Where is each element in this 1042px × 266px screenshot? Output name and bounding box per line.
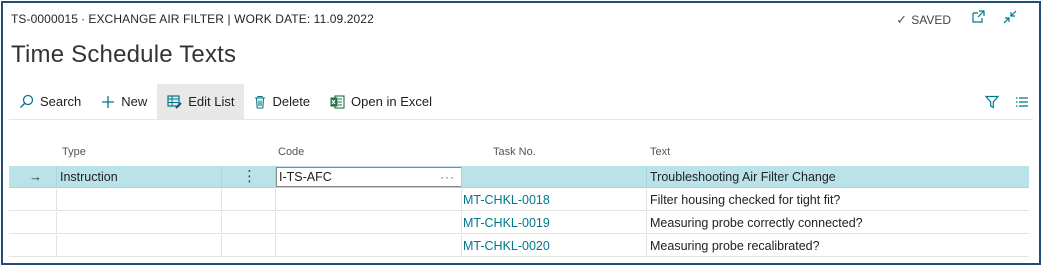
column-header-task-no[interactable]: Task No. [493,146,536,158]
record-caption: TS-0000015 ∙ EXCHANGE AIR FILTER | WORK … [11,12,374,26]
search-button[interactable]: Search [9,84,91,119]
cell-text[interactable]: Troubleshooting Air Filter Change [650,166,836,188]
table-header: Type Code Task No. Text [9,143,1029,165]
action-bar: Search New Edit List Delete Open in Exce… [9,84,1033,120]
edit-list-label: Edit List [188,94,235,109]
excel-icon [330,94,345,109]
code-input-value: I-TS-AFC [279,170,332,184]
table-row[interactable]: MT-CHKL-0020 Measuring probe recalibrate… [9,235,1029,257]
open-new-window-icon[interactable] [969,10,987,28]
column-header-code[interactable]: Code [278,146,304,158]
row-actions-menu-icon[interactable]: ⋮ [242,166,254,188]
saved-status: ✓ SAVED [896,12,951,28]
list-view-icon[interactable] [1015,96,1029,108]
top-bar: TS-0000015 ∙ EXCHANGE AIR FILTER | WORK … [3,3,1039,37]
new-button[interactable]: New [91,84,157,119]
trash-icon [254,95,266,109]
table-row[interactable]: → Instruction ⋮ I-TS-AFC ··· Troubleshoo… [9,166,1029,188]
row-selector-arrow-icon: → [29,169,42,184]
delete-label: Delete [272,94,311,109]
collapse-icon[interactable] [1001,10,1019,28]
filter-icon[interactable] [985,95,999,109]
open-in-excel-button[interactable]: Open in Excel [320,84,442,119]
open-in-excel-label: Open in Excel [351,94,432,109]
cell-task-no[interactable]: MT-CHKL-0020 [463,235,550,257]
column-header-type[interactable]: Type [62,146,86,158]
search-label: Search [40,94,82,109]
cell-type[interactable]: Instruction [60,166,118,188]
table-row[interactable]: MT-CHKL-0019 Measuring probe correctly c… [9,212,1029,234]
column-header-text[interactable]: Text [650,146,670,158]
search-icon [19,94,34,109]
page-frame: TS-0000015 ∙ EXCHANGE AIR FILTER | WORK … [1,1,1041,265]
cell-task-no[interactable]: MT-CHKL-0018 [463,189,550,211]
lookup-ellipsis-icon[interactable]: ··· [440,168,455,186]
cell-text[interactable]: Filter housing checked for tight fit? [650,189,840,211]
edit-list-button[interactable]: Edit List [157,84,245,119]
cell-task-no[interactable]: MT-CHKL-0019 [463,212,550,234]
page-title: Time Schedule Texts [11,41,237,68]
check-icon: ✓ [896,12,908,27]
table-row[interactable]: MT-CHKL-0018 Filter housing checked for … [9,189,1029,211]
new-label: New [121,94,148,109]
code-input[interactable]: I-TS-AFC ··· [276,167,462,187]
edit-list-icon [167,94,182,109]
cell-text[interactable]: Measuring probe recalibrated? [650,235,820,257]
delete-button[interactable]: Delete [244,84,320,119]
plus-icon [101,95,115,109]
cell-text[interactable]: Measuring probe correctly connected? [650,212,863,234]
saved-label: SAVED [911,13,951,27]
